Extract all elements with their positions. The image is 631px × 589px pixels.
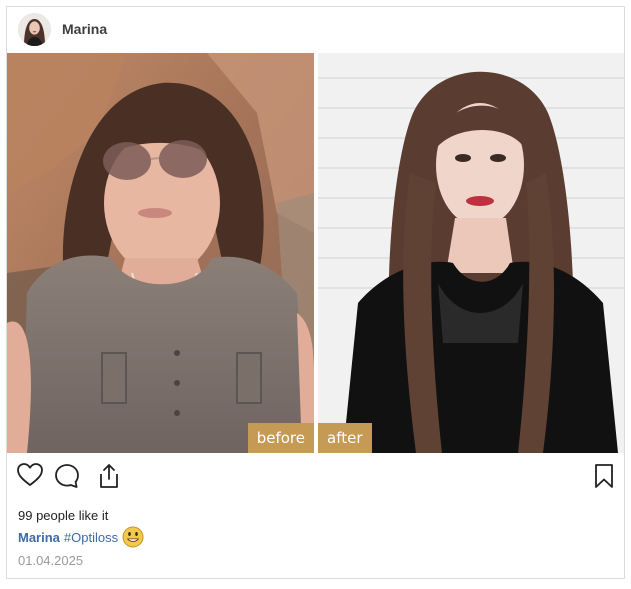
caption-author[interactable]: Marina xyxy=(18,530,60,545)
smiley-emoji-icon xyxy=(122,526,144,548)
avatar-image xyxy=(18,13,51,46)
caption: Marina #Optiloss xyxy=(18,526,144,548)
after-photo-image xyxy=(318,53,624,453)
avatar[interactable] xyxy=(18,13,51,46)
likes-count: 99 people like it xyxy=(18,508,109,523)
bookmark-icon[interactable] xyxy=(594,463,624,493)
post-header: Marina xyxy=(7,7,624,53)
post-card: Marina before after 99 people like it Ma… xyxy=(6,6,625,579)
heart-icon[interactable] xyxy=(17,463,47,493)
before-photo-image xyxy=(7,53,314,453)
post-date: 01.04.2025 xyxy=(18,553,84,568)
post-actions xyxy=(7,463,624,497)
share-icon[interactable] xyxy=(97,463,127,493)
comment-icon[interactable] xyxy=(54,463,84,493)
before-photo: before xyxy=(7,53,314,453)
before-label: before xyxy=(247,423,314,453)
after-label: after xyxy=(318,423,372,453)
after-photo: after xyxy=(318,53,624,453)
username[interactable]: Marina xyxy=(62,21,107,37)
caption-hashtag[interactable]: #Optiloss xyxy=(64,530,118,545)
